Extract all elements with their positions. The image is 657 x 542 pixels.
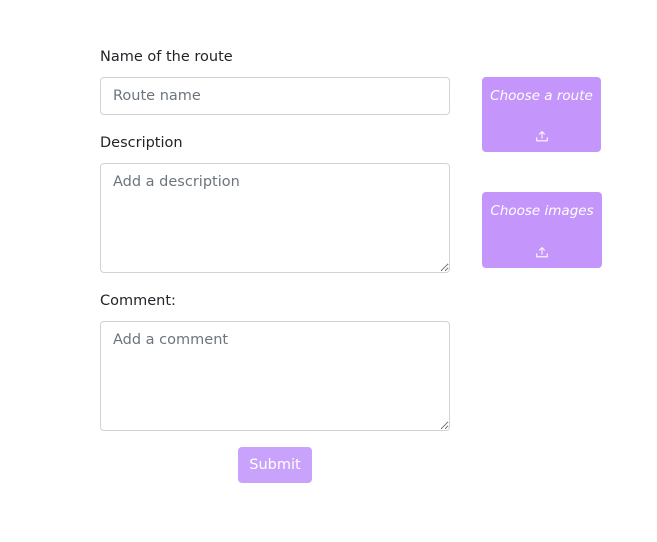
comment-textarea[interactable] bbox=[100, 321, 450, 431]
choose-images-label: Choose images bbox=[490, 203, 594, 219]
comment-label: Comment: bbox=[100, 293, 176, 309]
choose-images-button[interactable]: Choose images bbox=[482, 192, 602, 268]
description-label: Description bbox=[100, 135, 183, 151]
description-group: Description bbox=[100, 133, 450, 273]
upload-icon bbox=[536, 247, 548, 258]
route-form: Name of the route Description Comment: S… bbox=[100, 47, 450, 483]
choose-route-label: Choose a route bbox=[490, 88, 593, 104]
choose-route-button[interactable]: Choose a route bbox=[482, 77, 601, 152]
upload-icon bbox=[535, 131, 548, 142]
comment-group: Comment: bbox=[100, 291, 450, 431]
route-name-input[interactable] bbox=[100, 77, 450, 115]
route-name-label: Name of the route bbox=[100, 49, 233, 65]
description-textarea[interactable] bbox=[100, 163, 450, 273]
submit-button[interactable]: Submit bbox=[238, 447, 312, 483]
route-name-group: Name of the route bbox=[100, 47, 450, 115]
